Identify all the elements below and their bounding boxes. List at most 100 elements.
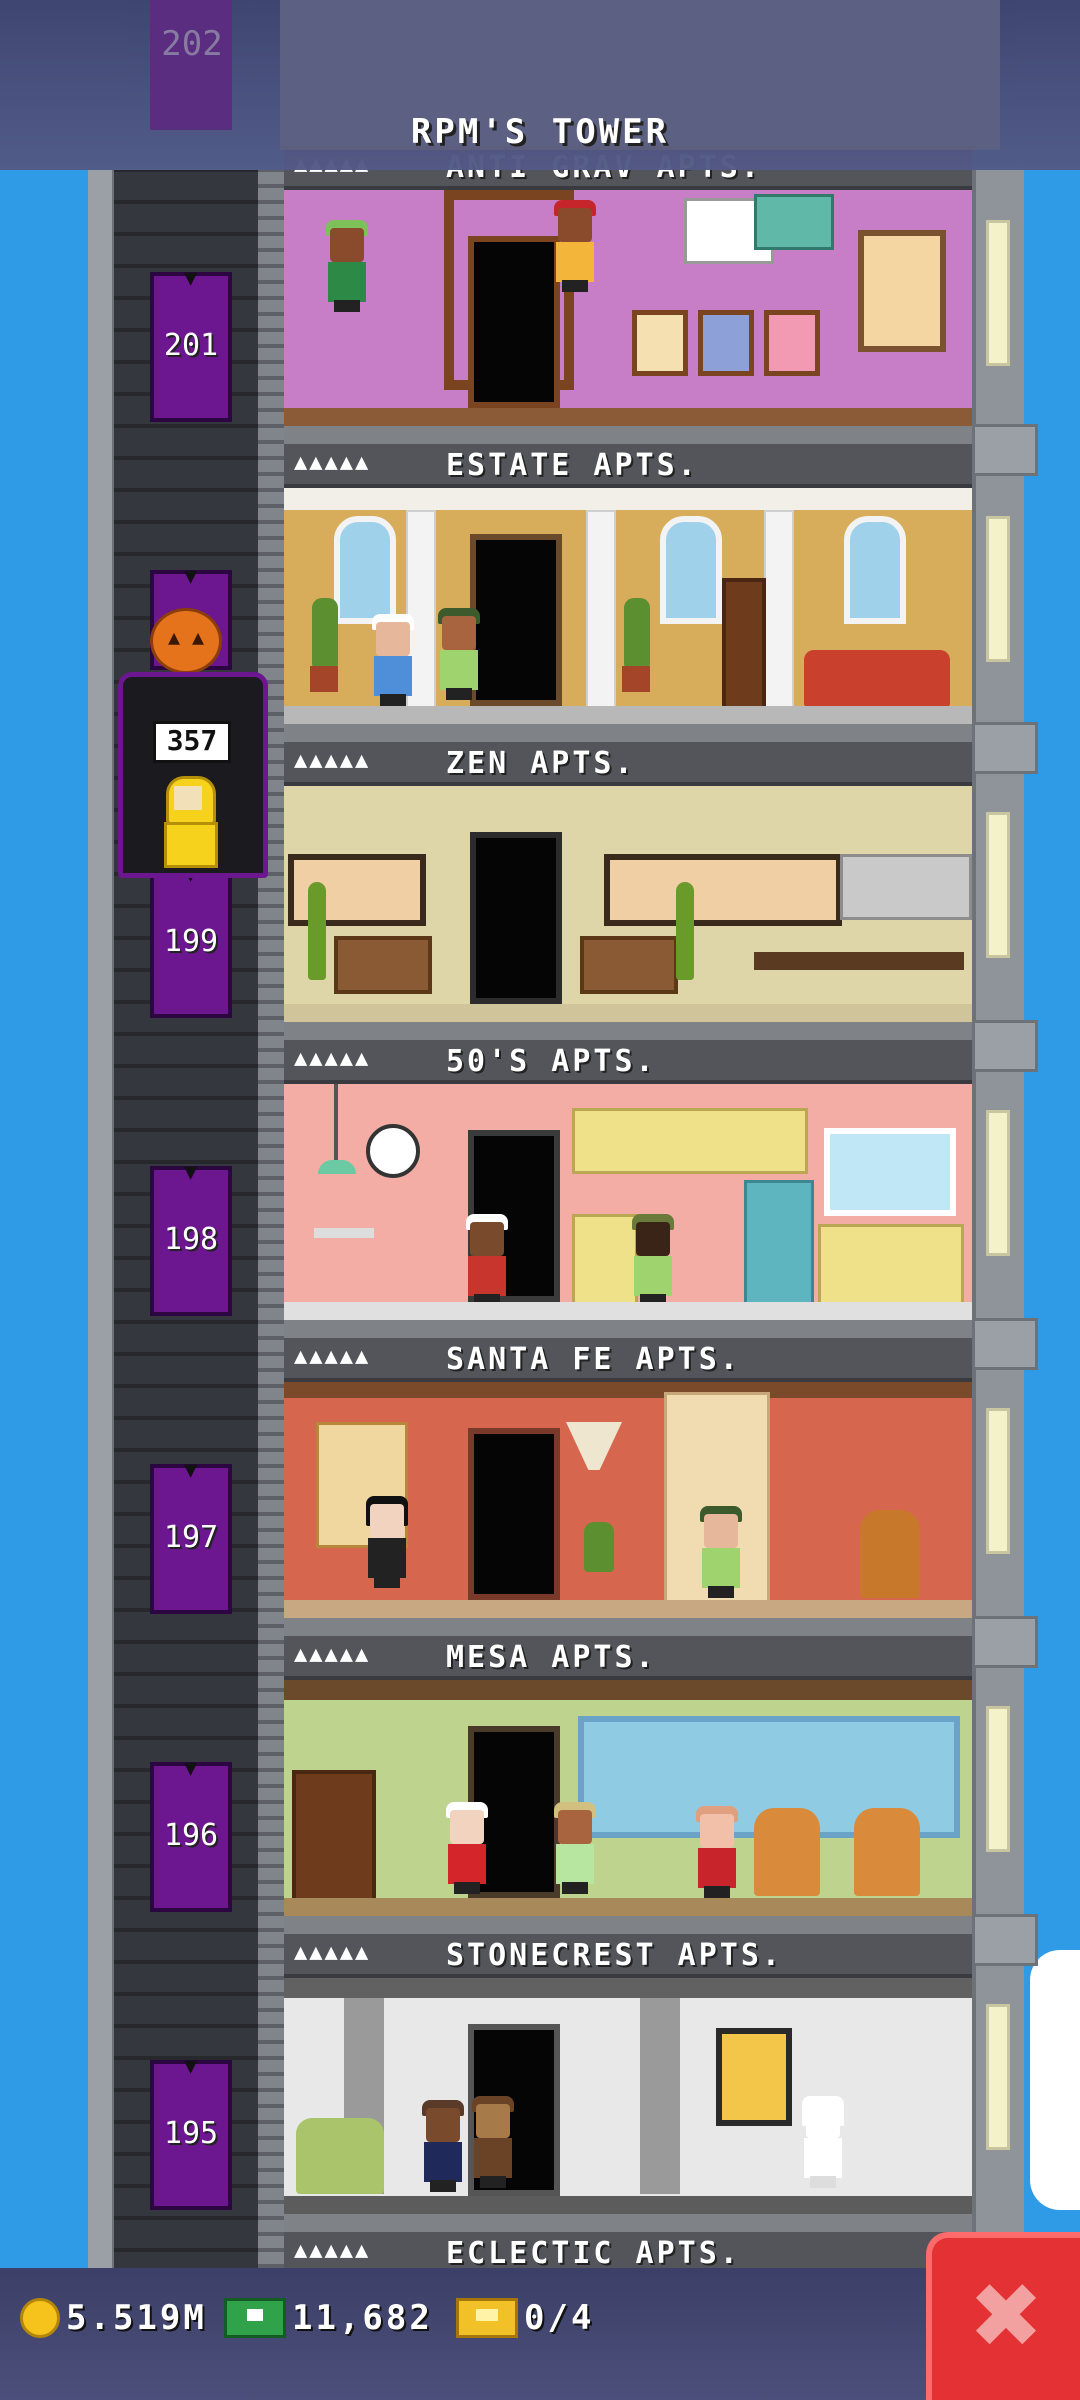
bux-icon	[224, 2297, 286, 2338]
coin-icon	[20, 2297, 60, 2338]
ticket-icon	[456, 2297, 518, 2338]
floor-banner: ▲▲▲▲▲ MESA APTS.	[284, 1636, 972, 1680]
coins-counter[interactable]: 5.519M	[14, 2296, 207, 2340]
floor-anti-grav[interactable]: ▲▲▲▲▲ ANTI GRAV APTS.	[284, 146, 972, 444]
elevator-floor-number: 197	[163, 1520, 219, 1555]
bux-value: 11,682	[292, 2297, 433, 2338]
column	[764, 510, 794, 710]
elevator-door[interactable]: ▼ 197	[150, 1458, 232, 1614]
floor-room	[284, 786, 972, 1022]
elevator-door[interactable]: ▼ 195	[150, 2054, 232, 2210]
elevator-floor-number: 199	[163, 924, 219, 959]
plant	[312, 598, 338, 668]
door	[470, 534, 562, 706]
resident[interactable]	[630, 1214, 676, 1306]
cabinet	[580, 936, 678, 994]
floor-stars: ▲▲▲▲▲	[294, 748, 371, 773]
elevator-door[interactable]: ▼ 201	[150, 266, 232, 422]
bat-icon: ▼	[184, 1160, 198, 1185]
ceiling-lamp	[318, 1160, 356, 1174]
resident[interactable]	[436, 608, 482, 700]
tower-ledge	[972, 1616, 1038, 1668]
cloud	[1030, 1950, 1080, 2210]
bookshelf	[292, 1770, 376, 1904]
floor-banner: ▲▲▲▲▲ ZEN APTS.	[284, 742, 972, 786]
resident[interactable]	[420, 2100, 466, 2192]
floor-room	[284, 1382, 972, 1618]
armchair	[296, 2118, 384, 2194]
kitchen-cabinet	[572, 1108, 808, 1174]
floor-stars: ▲▲▲▲▲	[294, 1046, 371, 1071]
coins-value: 5.519M	[66, 2297, 207, 2338]
floor-estate[interactable]: ▲▲▲▲▲ ESTATE APTS.	[284, 444, 972, 742]
fridge	[744, 1180, 814, 1306]
floor-stonecrest[interactable]: ▲▲▲▲▲ STONECREST APTS.	[284, 1934, 972, 2232]
armchair	[754, 1808, 820, 1896]
bux-counter[interactable]: 11,682	[218, 2296, 433, 2340]
kitchen-cabinet	[840, 854, 972, 920]
resident[interactable]	[464, 1214, 510, 1306]
floor-santa-fe[interactable]: ▲▲▲▲▲ SANTA FE APTS.	[284, 1338, 972, 1636]
picture-frame	[632, 310, 688, 376]
resident[interactable]	[370, 614, 416, 706]
tower-ledge	[972, 1318, 1038, 1370]
floor-banner: ▲▲▲▲▲ SANTA FE APTS.	[284, 1338, 972, 1382]
kitchen-counter	[572, 1214, 638, 1306]
elevator-door[interactable]: ▼ 199	[150, 862, 232, 1018]
resident[interactable]	[444, 1802, 490, 1894]
bat-icon: ▼	[184, 564, 198, 589]
floor-name: ESTATE APTS.	[446, 448, 699, 483]
floor-stars: ▲▲▲▲▲	[294, 1642, 371, 1667]
elevator-floor-number: 201	[163, 328, 219, 363]
resident[interactable]	[552, 200, 598, 292]
elevator-floor-number: 198	[163, 1222, 219, 1257]
floor-stars: ▲▲▲▲▲	[294, 1344, 371, 1369]
floor-stars: ▲▲▲▲▲	[294, 1940, 371, 1965]
window	[858, 230, 946, 352]
window	[334, 516, 396, 624]
tower-window	[986, 1408, 1010, 1554]
resident[interactable]	[324, 220, 370, 312]
floor-room	[284, 488, 972, 724]
tower-window	[986, 220, 1010, 366]
elevator-door[interactable]: ▼ 198	[150, 1160, 232, 1316]
elevator-rider	[160, 776, 218, 868]
picture-frame	[698, 310, 754, 376]
tower-ledge	[972, 722, 1038, 774]
window	[824, 1128, 956, 1216]
bookshelf	[722, 578, 766, 710]
door	[468, 1428, 560, 1600]
window	[604, 854, 842, 926]
floor-room	[284, 1978, 972, 2214]
pumpkin-icon: ▲ ▲	[150, 608, 222, 674]
cabinet	[334, 936, 432, 994]
sofa	[804, 650, 950, 706]
tower-window	[986, 812, 1010, 958]
floor-zen[interactable]: ▲▲▲▲▲ ZEN APTS.	[284, 742, 972, 1040]
elevator-rail	[258, 170, 284, 2280]
plant	[584, 1522, 614, 1572]
resident[interactable]	[694, 1806, 740, 1898]
resident[interactable]	[470, 2096, 516, 2188]
floor-banner: ▲▲▲▲▲ ESTATE APTS.	[284, 444, 972, 488]
floor-mesa[interactable]: ▲▲▲▲▲ MESA APTS.	[284, 1636, 972, 1934]
resident[interactable]	[800, 2096, 846, 2188]
floor-50s[interactable]: ▲▲▲▲▲ 50'S APTS.	[284, 1040, 972, 1338]
door	[470, 832, 562, 1004]
tower-ledge	[972, 1020, 1038, 1072]
tower-ledge	[972, 424, 1038, 476]
resident[interactable]	[552, 1802, 598, 1894]
passenger-count: 357	[166, 724, 218, 757]
bamboo-plant	[308, 882, 326, 980]
floor-banner: ▲▲▲▲▲ STONECREST APTS.	[284, 1934, 972, 1978]
close-button[interactable]: ✖	[926, 2232, 1080, 2400]
elevator-floor-number: 195	[163, 2116, 219, 2151]
tower-window	[986, 2004, 1010, 2150]
floor-room	[284, 1084, 972, 1320]
tickets-counter[interactable]: 0/4	[450, 2296, 594, 2340]
resident[interactable]	[698, 1506, 744, 1598]
armchair	[860, 1510, 920, 1598]
resident[interactable]	[364, 1496, 410, 1588]
elevator-door[interactable]: ▼ 196	[150, 1756, 232, 1912]
tower-name[interactable]: RPM'S TOWER	[0, 112, 1080, 152]
